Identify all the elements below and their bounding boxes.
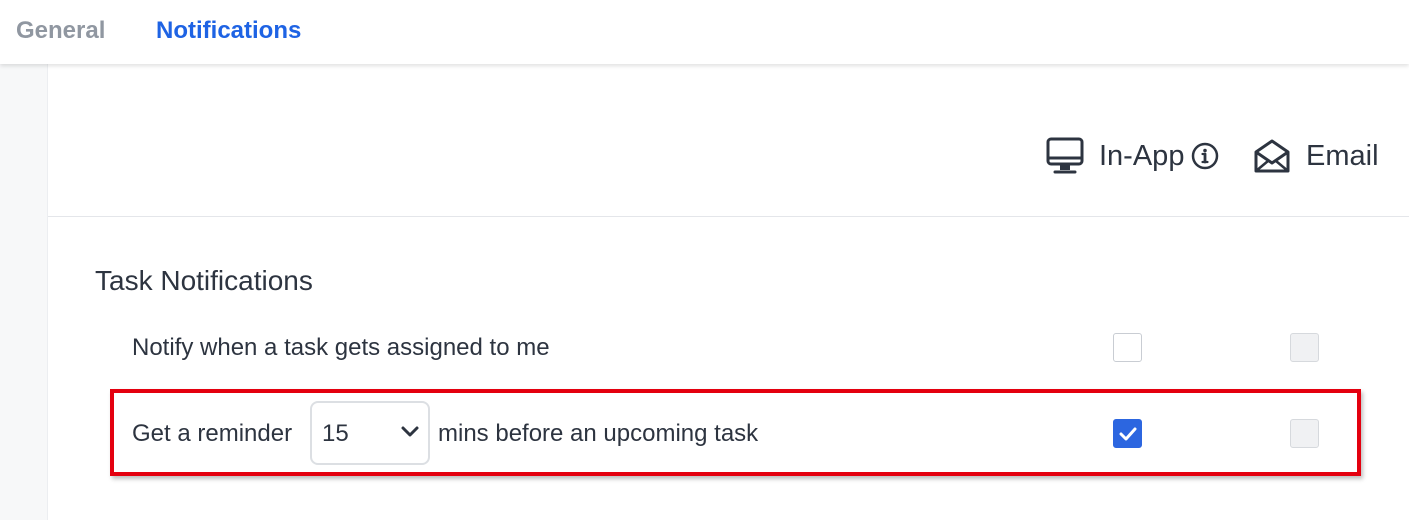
- email-label: Email: [1306, 139, 1379, 172]
- info-icon[interactable]: [1191, 142, 1219, 170]
- reminder-minutes-value: 15: [322, 420, 349, 447]
- in-app-column-header: In-App: [1045, 136, 1219, 176]
- in-app-label: In-App: [1099, 139, 1185, 172]
- email-column-header: Email: [1252, 136, 1379, 176]
- channel-header: In-App Email: [48, 64, 1409, 217]
- reminder-label-before: Get a reminder: [132, 420, 293, 447]
- reminder-minutes-select[interactable]: 15: [310, 401, 430, 465]
- assigned-task-email-checkbox[interactable]: [1290, 333, 1319, 362]
- chevron-down-icon: [400, 425, 420, 444]
- envelope-open-icon: [1252, 136, 1292, 176]
- tab-notifications[interactable]: Notifications: [156, 17, 301, 45]
- tab-general[interactable]: General: [16, 17, 105, 45]
- reminder-email-checkbox[interactable]: [1290, 419, 1319, 448]
- assigned-task-label: Notify when a task gets assigned to me: [132, 334, 550, 361]
- assigned-task-in-app-checkbox[interactable]: [1113, 333, 1142, 362]
- section-title: Task Notifications: [95, 265, 313, 296]
- notifications-panel: In-App Email Task Notifications Notify w…: [47, 64, 1409, 520]
- checkmark-icon: [1119, 427, 1136, 440]
- monitor-icon: [1045, 136, 1085, 176]
- tab-bar: General Notifications: [0, 0, 1409, 64]
- reminder-in-app-checkbox[interactable]: [1113, 419, 1142, 448]
- reminder-label-after: mins before an upcoming task: [438, 420, 759, 447]
